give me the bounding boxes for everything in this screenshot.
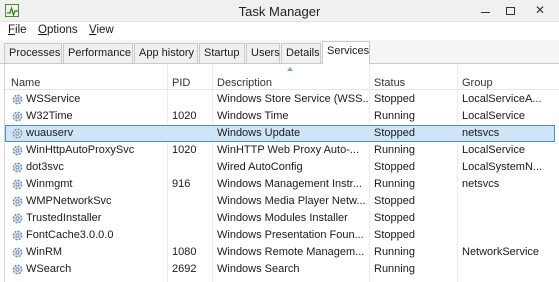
maximize-button[interactable] (496, 0, 524, 20)
service-description: Wired AutoConfig (217, 161, 303, 173)
service-name: wuauserv (26, 127, 74, 139)
column-header-name[interactable]: Name (11, 77, 40, 89)
menu-bar: File Options View (0, 22, 559, 40)
column-header-pid[interactable]: PID (172, 77, 190, 89)
service-gear-icon (12, 94, 23, 105)
service-gear-icon (12, 128, 23, 139)
service-name: Winmgmt (26, 178, 73, 190)
service-status: Running (374, 246, 415, 258)
table-row[interactable]: W32Time 1020 Windows Time Running LocalS… (5, 108, 559, 125)
tab-performance[interactable]: Performance (63, 43, 133, 63)
service-gear-icon (12, 145, 23, 156)
menu-options[interactable]: Options (38, 24, 78, 36)
service-description: Windows Management Instr... (217, 178, 362, 190)
service-name: WinRM (26, 246, 63, 258)
service-name: dot3svc (26, 161, 64, 173)
service-name: W32Time (26, 110, 73, 122)
tab-services[interactable]: Services (322, 41, 370, 65)
service-gear-icon (12, 111, 23, 122)
sort-ascending-icon (287, 67, 293, 71)
service-group: LocalService (462, 144, 525, 156)
service-status: Stopped (374, 127, 415, 139)
service-pid: 1020 (172, 144, 197, 156)
service-status: Running (374, 144, 415, 156)
service-pid: 1080 (172, 246, 197, 258)
service-description: Windows Store Service (WSS... (217, 93, 369, 105)
service-description: Windows Media Player Netw... (217, 195, 366, 207)
service-name: WMPNetworkSvc (26, 195, 112, 207)
tab-startup[interactable]: Startup (199, 43, 245, 63)
close-icon: ✕ (534, 3, 546, 17)
table-row[interactable]: FontCache3.0.0.0 Windows Presentation Fo… (5, 227, 559, 244)
menu-view-label: iew (96, 24, 114, 36)
table-row[interactable]: WSearch 2692 Windows Search Running (5, 261, 559, 278)
service-gear-icon (12, 162, 23, 173)
service-gear-icon (12, 196, 23, 207)
menu-options-mnemonic: O (38, 24, 47, 36)
service-group: LocalServiceA... (462, 93, 542, 105)
service-description: Windows Presentation Foun... (217, 229, 364, 241)
service-name: TrustedInstaller (26, 212, 102, 224)
service-status: Running (374, 178, 415, 190)
services-table: Name PID Description Status Group WSServ… (4, 64, 559, 282)
minimize-icon (480, 12, 490, 14)
column-header-description[interactable]: Description (217, 77, 272, 89)
service-gear-icon (12, 179, 23, 190)
service-name: WSService (26, 93, 81, 105)
service-gear-icon (12, 230, 23, 241)
close-button[interactable]: ✕ (521, 0, 559, 20)
tab-users[interactable]: Users (246, 43, 280, 63)
table-row[interactable]: WSService Windows Store Service (WSS... … (5, 91, 559, 108)
table-row[interactable]: WinRM 1080 Windows Remote Managem... Run… (5, 244, 559, 261)
table-row[interactable]: Winmgmt 916 Windows Management Instr... … (5, 176, 559, 193)
column-header-group[interactable]: Group (462, 77, 493, 89)
service-status: Running (374, 263, 415, 275)
service-name: WinHttpAutoProxySvc (26, 144, 135, 156)
table-row[interactable]: WinHttpAutoProxySvc 1020 WinHTTP Web Pro… (5, 142, 559, 159)
service-group: NetworkService (462, 246, 540, 258)
menu-file-label: ile (15, 24, 27, 36)
table-row[interactable]: WMPNetworkSvc Windows Media Player Netw.… (5, 193, 559, 210)
service-group: netsvcs (462, 178, 500, 190)
table-header: Name PID Description Status Group (5, 64, 559, 90)
service-description: Windows Remote Managem... (217, 246, 365, 258)
service-group: LocalService (462, 110, 525, 122)
service-gear-icon (12, 264, 23, 275)
table-row[interactable]: dot3svc Wired AutoConfig Stopped LocalSy… (5, 159, 559, 176)
menu-file-mnemonic: F (8, 24, 16, 36)
minimize-button[interactable] (471, 0, 499, 20)
service-pid: 916 (172, 178, 191, 190)
service-status: Stopped (374, 212, 415, 224)
service-gear-icon (12, 247, 23, 258)
tab-processes[interactable]: Processes (4, 43, 62, 63)
service-status: Stopped (374, 93, 415, 105)
menu-view[interactable]: View (89, 24, 114, 36)
service-description: Windows Search (217, 263, 300, 275)
service-status: Stopped (374, 195, 415, 207)
table-row[interactable]: wuauserv Windows Update Stopped netsvcs (5, 125, 559, 142)
service-description: Windows Update (217, 127, 301, 139)
title-bar: Task Manager ✕ (0, 0, 559, 22)
service-status: Stopped (374, 229, 415, 241)
menu-options-label: ptions (46, 24, 78, 36)
column-header-status[interactable]: Status (374, 77, 405, 89)
table-row[interactable]: TrustedInstaller Windows Modules Install… (5, 210, 559, 227)
service-description: Windows Modules Installer (217, 212, 348, 224)
service-status: Running (374, 110, 415, 122)
tab-bar: Processes Performance App history Startu… (0, 40, 559, 65)
service-group: LocalSystemN... (462, 161, 543, 173)
tab-details[interactable]: Details (281, 43, 321, 63)
service-group: netsvcs (462, 127, 500, 139)
service-name: FontCache3.0.0.0 (26, 229, 114, 241)
service-status: Stopped (374, 161, 415, 173)
menu-file[interactable]: File (8, 24, 27, 36)
maximize-icon (505, 6, 515, 15)
tab-app-history[interactable]: App history (134, 43, 198, 63)
service-description: Windows Time (217, 110, 289, 122)
service-name: WSearch (26, 263, 72, 275)
service-gear-icon (12, 213, 23, 224)
service-pid: 2692 (172, 263, 197, 275)
service-pid: 1020 (172, 110, 197, 122)
service-description: WinHTTP Web Proxy Auto-... (217, 144, 360, 156)
